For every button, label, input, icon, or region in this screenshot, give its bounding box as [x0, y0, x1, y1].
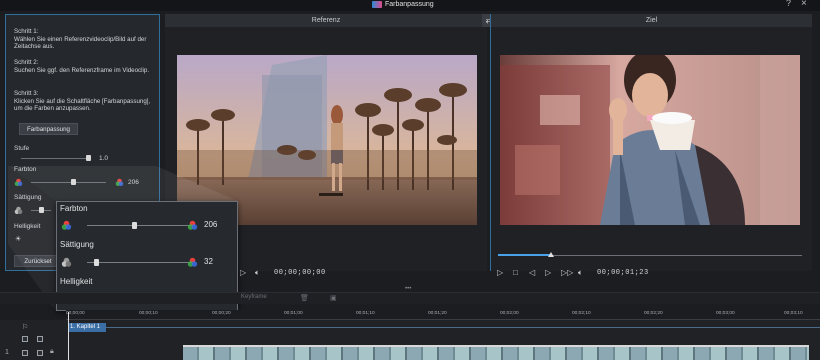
trash-icon[interactable]: 🗑︎	[300, 294, 309, 302]
ruler-tick: 00;01;00	[284, 311, 303, 316]
color-match-window: Farbanpassung ? × Schritt 1: Wählen Sie …	[0, 0, 820, 360]
chapter-line	[106, 327, 820, 328]
keyframe-button[interactable]: Keyframe	[241, 294, 267, 300]
timeline-toolbar: Keyframe 🗑︎ ▣	[0, 292, 820, 304]
popup-saturation-slider-thumb[interactable]	[94, 259, 99, 266]
lock-icon[interactable]: 🔒︎	[50, 348, 54, 356]
resize-handle[interactable]: •••	[405, 286, 411, 292]
ruler-tick: 00;02;00	[500, 311, 519, 316]
popup-saturation-slider-track[interactable]	[87, 262, 195, 263]
ruler-tick: 00;02;10	[572, 311, 591, 316]
popup-saturation-value: 32	[204, 257, 213, 266]
popup-hue-slider-track[interactable]	[87, 225, 195, 226]
track-checkbox[interactable]	[22, 336, 28, 342]
ruler-tick: 00;03;10	[784, 311, 803, 316]
ruler-tick: 00;01;20	[428, 311, 447, 316]
popup-hue-rgb-icon	[61, 220, 72, 230]
popup-hue-slider-thumb[interactable]	[132, 222, 137, 229]
playhead[interactable]	[68, 312, 69, 360]
ruler-tick: 00;02;20	[644, 311, 663, 316]
chapter-marker[interactable]: 1. Kapitel 1	[68, 323, 106, 332]
ruler-tick: 00;00;20	[212, 311, 231, 316]
chapter-track-icon: ⚐	[22, 324, 29, 331]
track-audio-checkbox[interactable]	[37, 350, 43, 356]
ruler-tick: 00;00;10	[139, 311, 158, 316]
popup-saturation-label: Sättigung	[60, 240, 94, 249]
ruler-tick: 00;01;10	[356, 311, 375, 316]
track-number: 1	[5, 349, 9, 356]
popup-saturation-icon	[61, 257, 72, 267]
popup-hue-value: 206	[204, 220, 218, 229]
popup-hue-rgb-icon-right	[187, 220, 198, 230]
popup-hue-label: Farbton	[60, 204, 88, 213]
popup-brightness-label: Helligkeit	[60, 277, 93, 286]
popup-saturation-rgb-icon-right	[187, 257, 198, 267]
ruler-tick: 00;03;00	[716, 311, 735, 316]
track-checkbox[interactable]	[37, 336, 43, 342]
edit-icon[interactable]: ▣	[330, 294, 337, 302]
track-visible-checkbox[interactable]	[22, 350, 28, 356]
timeline-ruler[interactable]: 00;00;00 00;00;10 00;00;20 00;01;00 00;0…	[66, 310, 820, 320]
video-clip-thumbnails[interactable]	[183, 345, 809, 360]
